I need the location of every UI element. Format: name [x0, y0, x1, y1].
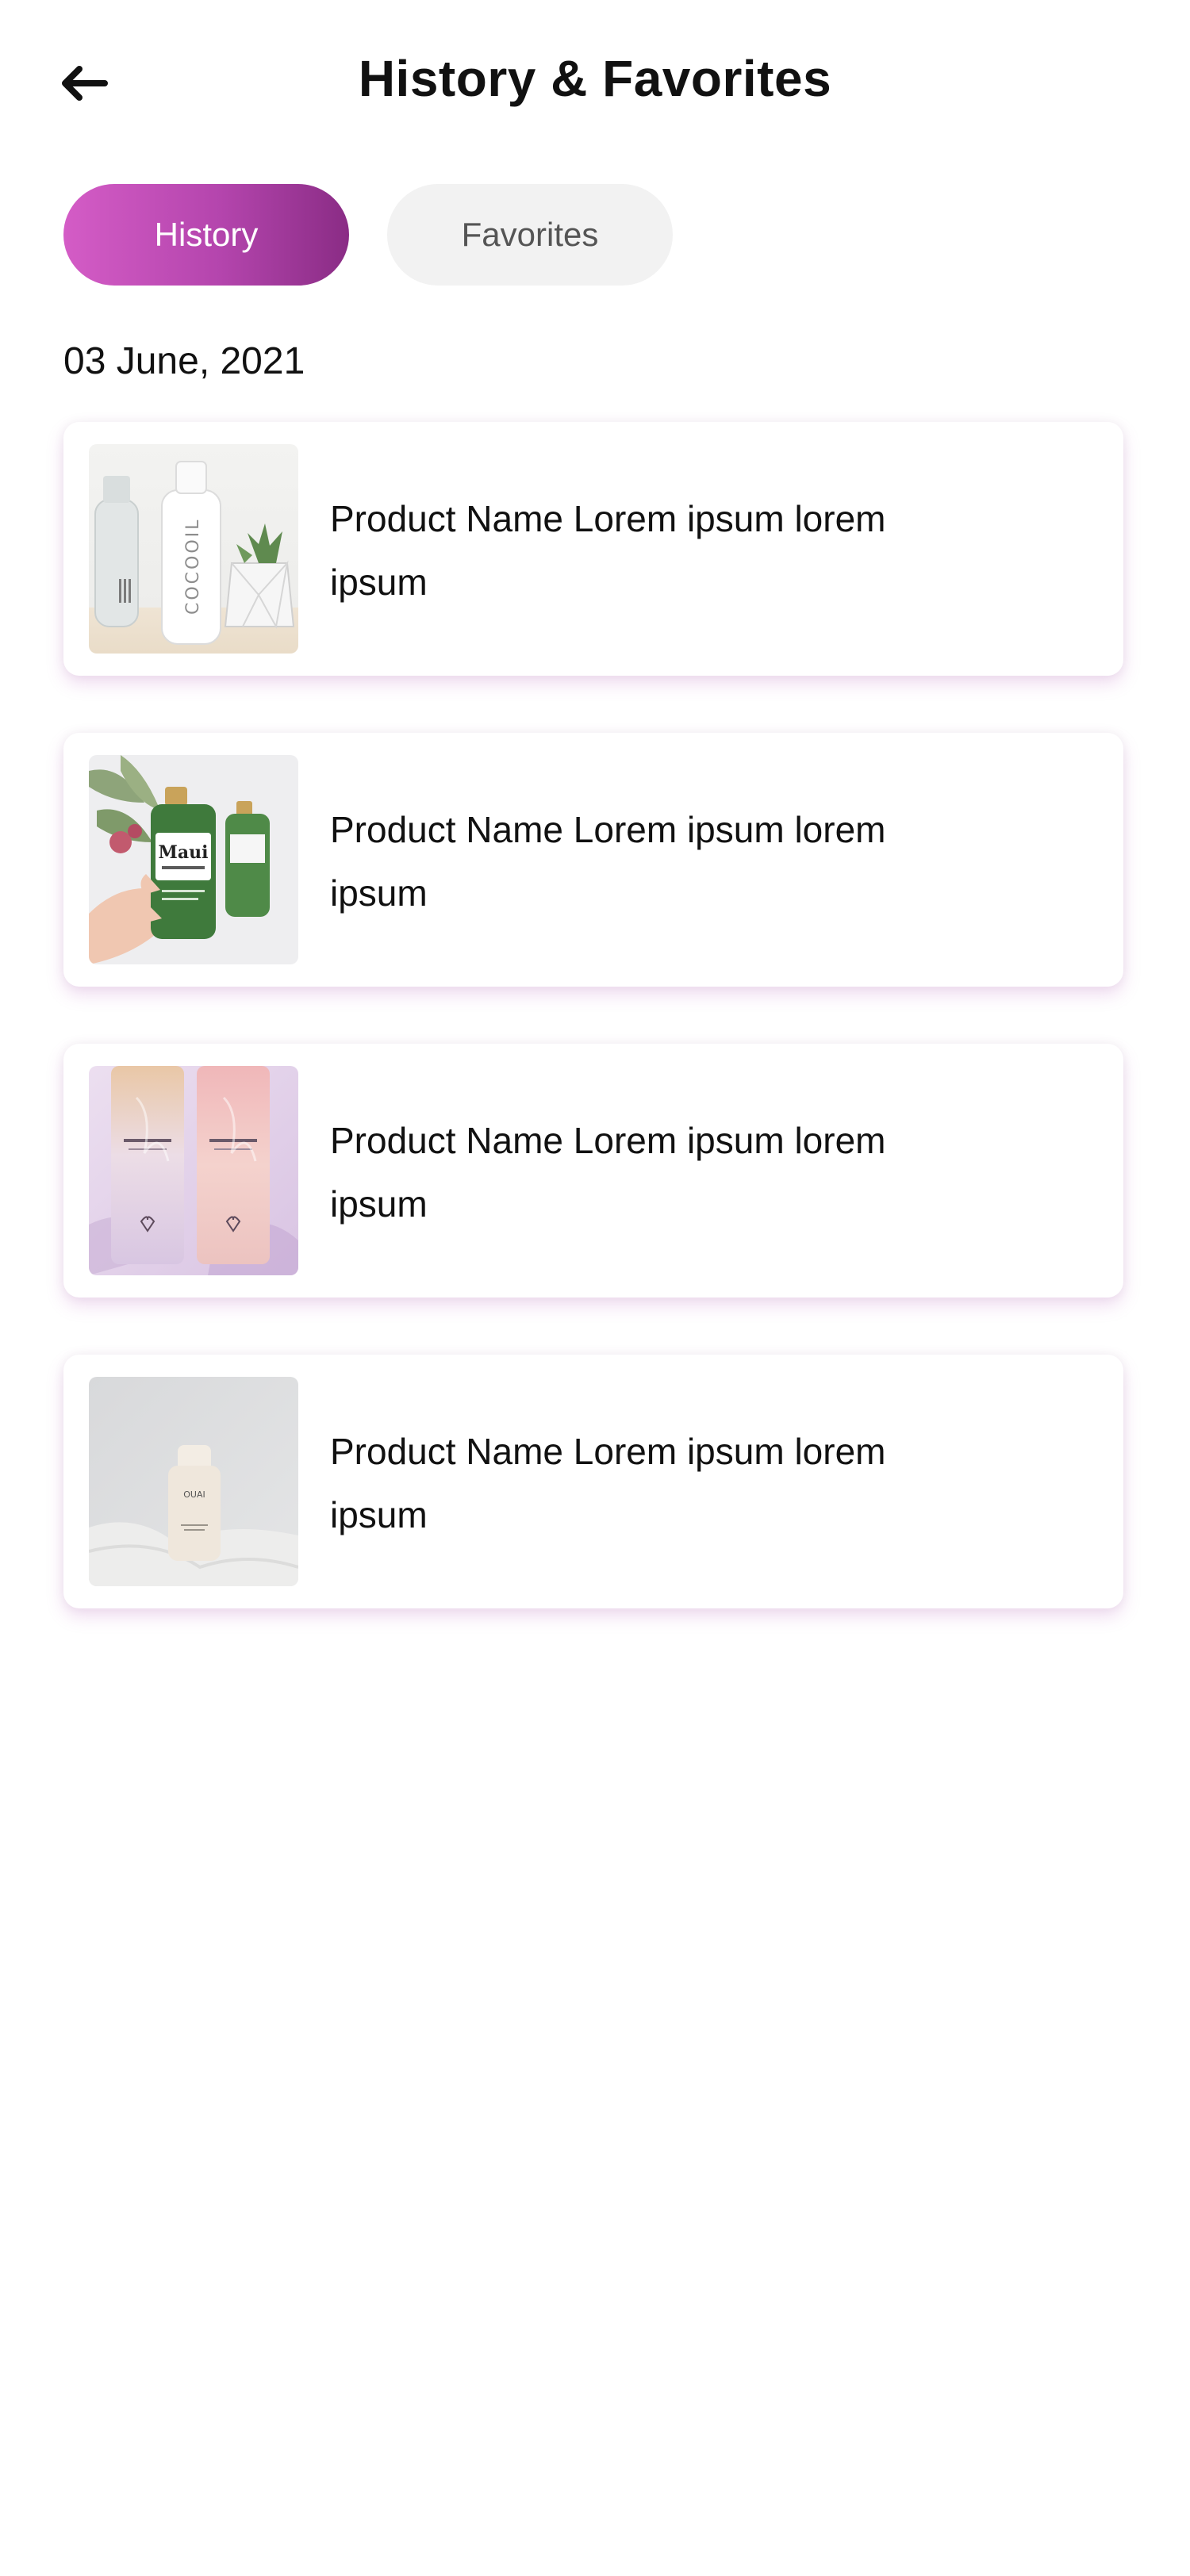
product-name: Product Name Lorem ipsum lorem ipsum [330, 498, 886, 603]
product-name: Product Name Lorem ipsum lorem ipsum [330, 1431, 886, 1535]
tab-history-label: History [154, 216, 259, 253]
product-name: Product Name Lorem ipsum lorem ipsum [330, 809, 886, 914]
tab-favorites-label: Favorites [461, 216, 599, 253]
product-card[interactable]: Maui Product Name Lorem ipsum lorem ipsu… [63, 733, 1123, 987]
bottle-brand-text: OUAI [183, 1489, 205, 1500]
product-name: Product Name Lorem ipsum lorem ipsum [330, 1120, 886, 1225]
header: History & Favorites [0, 0, 1190, 167]
product-image: COCOOIL [89, 444, 298, 654]
product-card[interactable]: Product Name Lorem ipsum lorem ipsum [63, 1044, 1123, 1298]
product-card[interactable]: COCOOIL Product Name Lorem ipsum lorem i… [63, 422, 1123, 676]
history-favorites-screen: History & Favorites History Favorites 03… [0, 0, 1190, 2576]
product-image: Maui [89, 755, 298, 964]
page-title: History & Favorites [358, 50, 832, 107]
history-date: 03 June, 2021 [63, 340, 305, 382]
product-card[interactable]: OUAI Product Name Lorem ipsum lorem ipsu… [63, 1355, 1123, 1608]
bottle-brand-text: COCOOIL [183, 518, 203, 615]
product-image [89, 1066, 298, 1275]
tab-favorites[interactable]: Favorites [387, 184, 673, 286]
bottle-brand-text: Maui [159, 842, 209, 863]
tab-history[interactable]: History [63, 184, 349, 286]
product-image: OUAI [89, 1377, 298, 1586]
